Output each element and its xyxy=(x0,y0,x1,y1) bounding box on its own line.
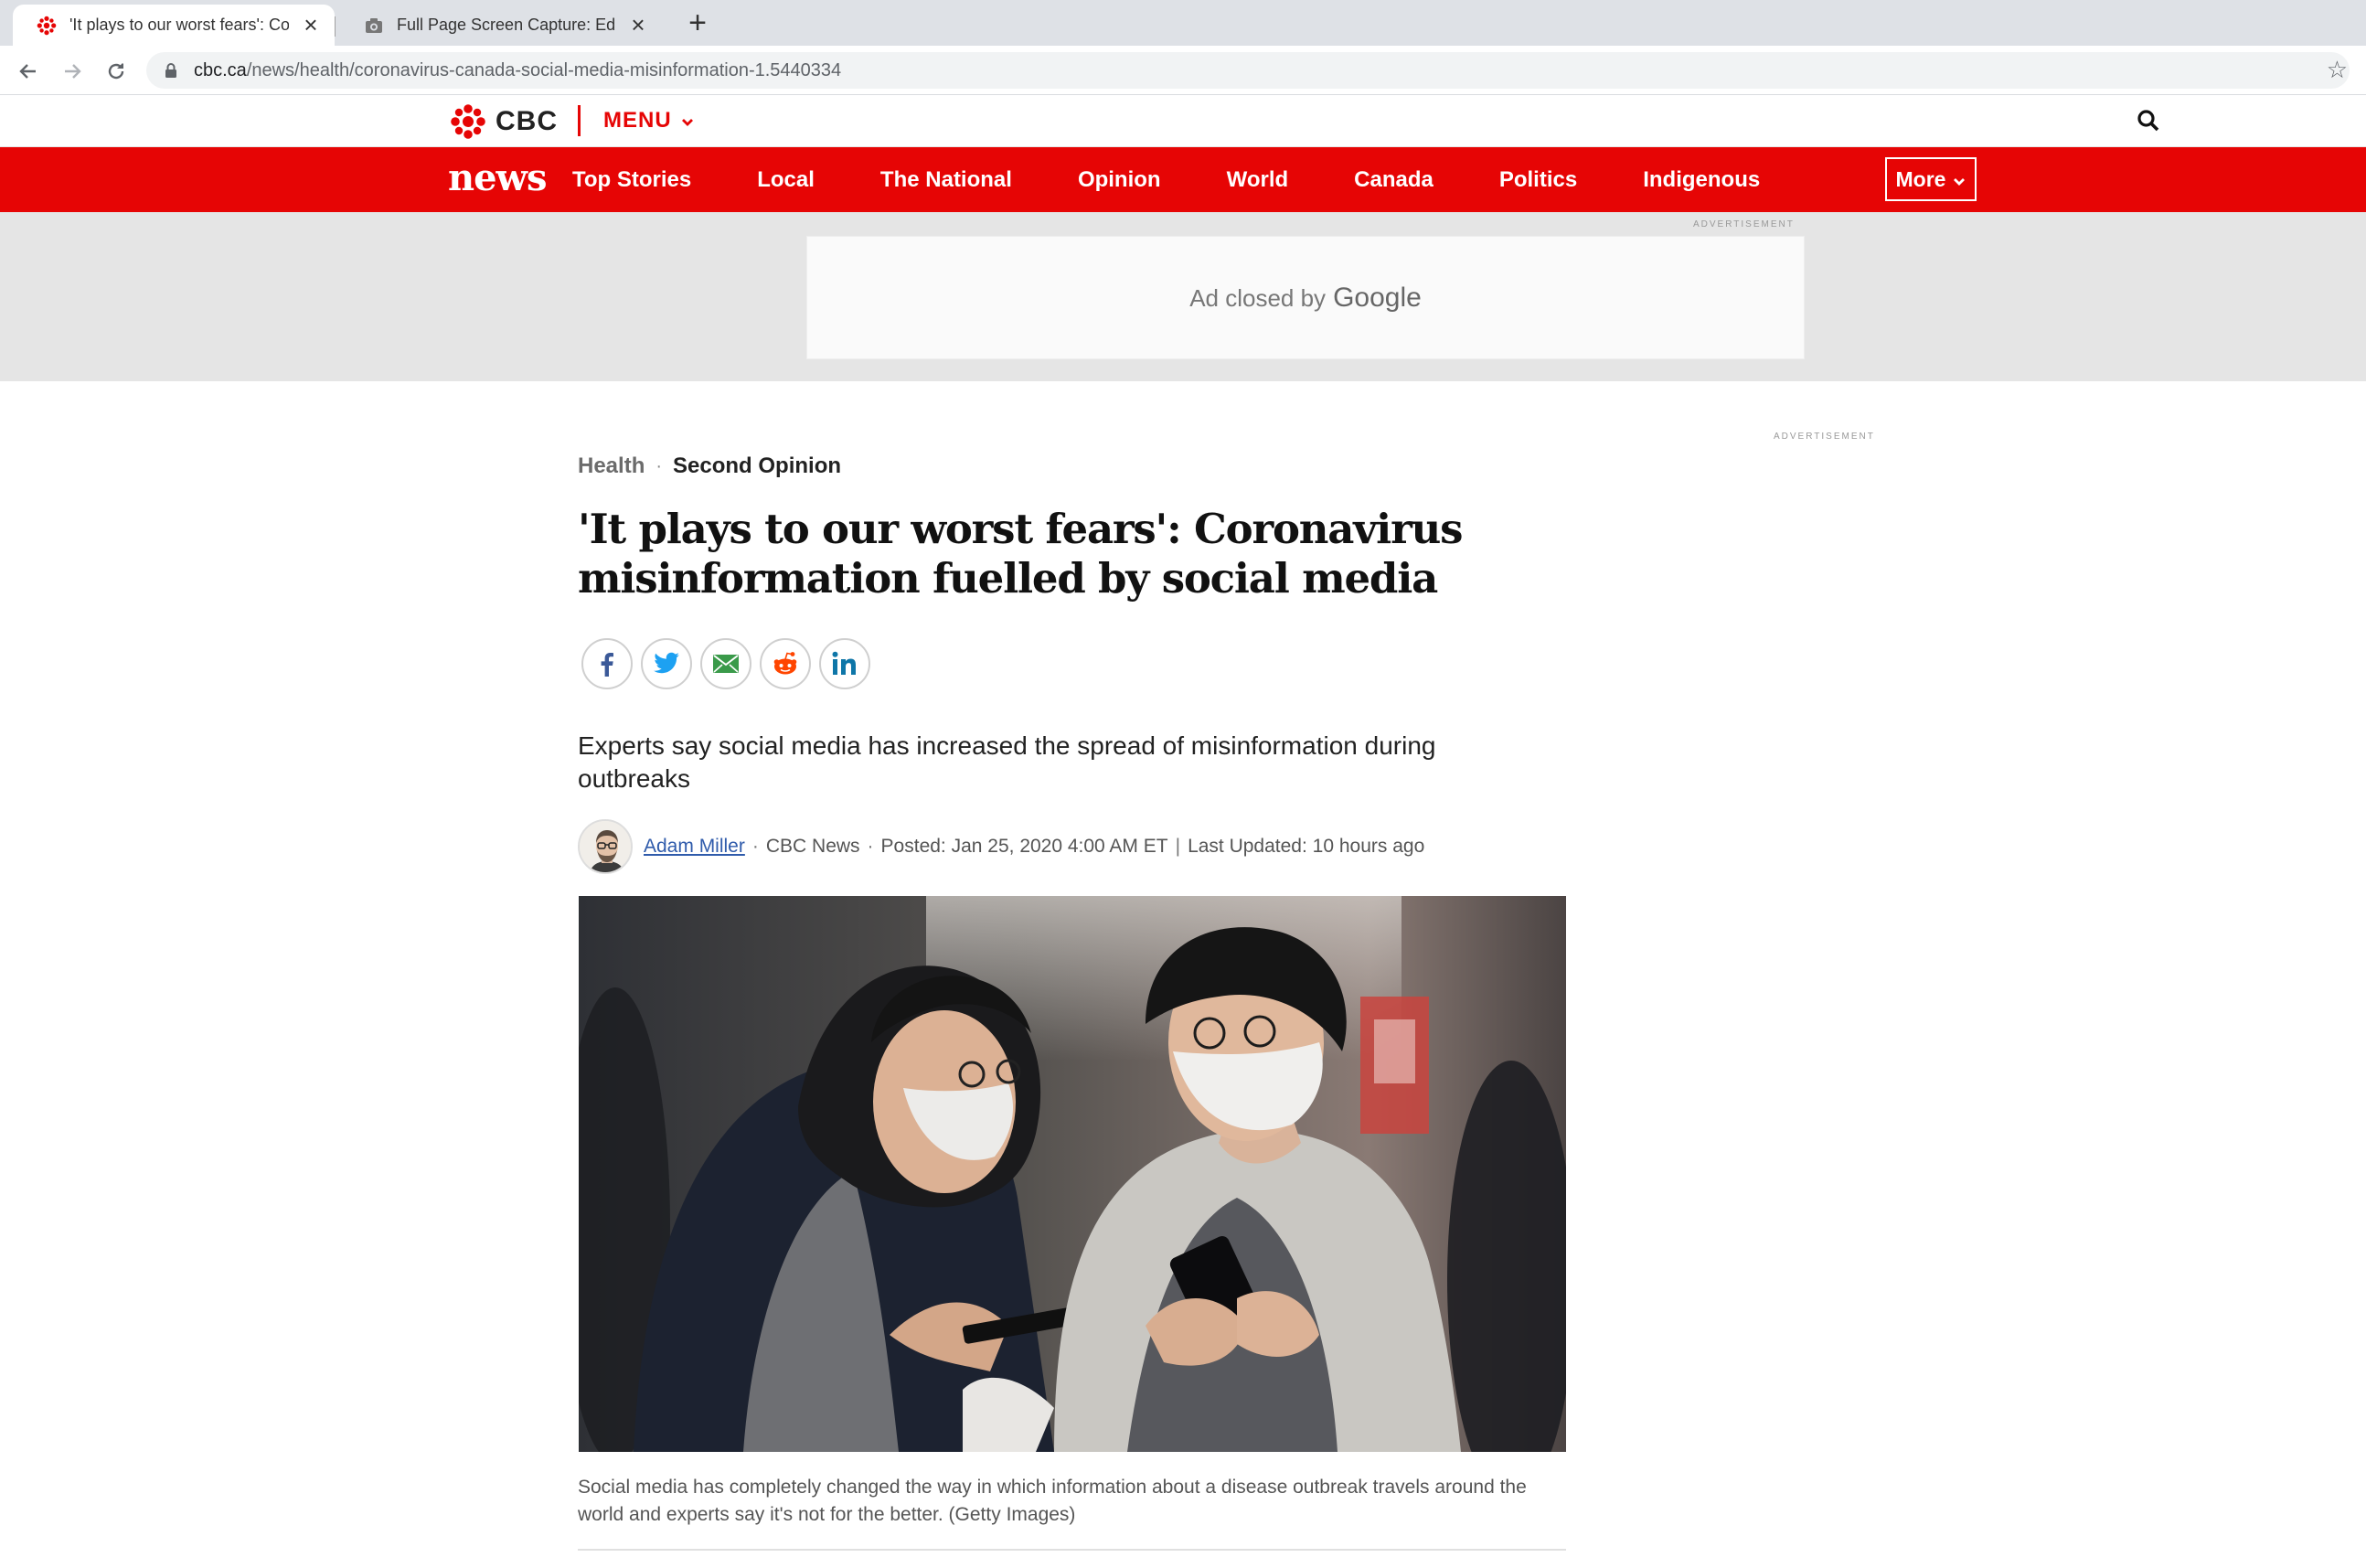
sidebar-advertisement-label: ADVERTISEMENT xyxy=(1774,432,1875,442)
ad-closed-notice: Ad closed by Google xyxy=(1189,283,1422,314)
camera-icon xyxy=(364,16,384,36)
article-deck: Experts say social media has increased t… xyxy=(578,731,1436,793)
byline-separator: · xyxy=(867,836,874,857)
chevron-down-icon xyxy=(1953,167,1966,192)
ad-slot: Ad closed by Google xyxy=(806,236,1805,359)
news-nav-items: Top Stories Local The National Opinion W… xyxy=(572,147,1826,212)
breadcrumb-separator: · xyxy=(655,455,663,476)
byline-source: CBC News xyxy=(765,836,860,857)
nav-item-the-national[interactable]: The National xyxy=(880,167,1012,193)
email-share-button[interactable] xyxy=(700,638,751,689)
breadcrumb-section[interactable]: Health xyxy=(578,453,645,479)
bookmark-star-icon[interactable]: ☆ xyxy=(2327,56,2348,84)
search-icon[interactable] xyxy=(2137,109,2160,137)
top-ad-band: ADVERTISEMENT Ad closed by Google xyxy=(0,212,2366,381)
news-logo[interactable]: news xyxy=(448,156,547,199)
tab-divider xyxy=(335,16,336,37)
nav-item-opinion[interactable]: Opinion xyxy=(1078,167,1161,193)
byline-separator: | xyxy=(1175,836,1181,857)
ad-closed-text: Ad closed by xyxy=(1189,283,1327,312)
news-navigation-bar: news Top Stories Local The National Opin… xyxy=(0,147,2366,212)
more-button[interactable]: More xyxy=(1885,157,1977,201)
facebook-share-button[interactable] xyxy=(581,638,633,689)
tab-title: Full Page Screen Capture: Editor xyxy=(397,16,616,34)
article-headline: 'It plays to our worst fears': Coronavir… xyxy=(578,505,1463,603)
menu-button[interactable]: MENU xyxy=(603,108,694,133)
twitter-icon xyxy=(654,652,679,674)
byline: Adam Miller · CBC News · Posted: Jan 25,… xyxy=(578,819,1424,874)
advertisement-label: ADVERTISEMENT xyxy=(1693,219,1795,229)
byline-separator: · xyxy=(751,836,759,857)
article-photo[interactable] xyxy=(579,896,1566,1452)
address-bar[interactable]: cbc.ca/news/health/coronavirus-canada-so… xyxy=(146,52,2350,89)
reddit-icon xyxy=(773,652,797,675)
nav-item-local[interactable]: Local xyxy=(757,167,815,193)
breadcrumb-subsection[interactable]: Second Opinion xyxy=(673,453,841,479)
forward-arrow-icon[interactable] xyxy=(59,58,86,85)
google-wordmark: Google xyxy=(1333,282,1422,313)
close-tab-icon[interactable]: × xyxy=(627,13,649,37)
cbc-header: CBC MENU xyxy=(0,96,2366,147)
back-arrow-icon[interactable] xyxy=(15,58,42,85)
reddit-share-button[interactable] xyxy=(760,638,811,689)
section-divider xyxy=(578,1549,1566,1551)
tab-title: 'It plays to our worst fears': Coronavir… xyxy=(69,16,289,34)
nav-item-top-stories[interactable]: Top Stories xyxy=(572,167,691,193)
new-tab-plus-icon[interactable]: + xyxy=(684,7,711,38)
menu-label: MENU xyxy=(603,108,672,133)
nav-item-world[interactable]: World xyxy=(1227,167,1289,193)
cbc-gem-icon xyxy=(451,104,485,139)
cbc-wordmark: CBC xyxy=(496,106,558,136)
nav-item-politics[interactable]: Politics xyxy=(1499,167,1577,193)
photo-caption: Social media has completely changed the … xyxy=(578,1477,1527,1525)
nav-item-canada[interactable]: Canada xyxy=(1354,167,1433,193)
more-label: More xyxy=(1895,166,1946,191)
linkedin-icon xyxy=(832,651,856,675)
linkedin-share-button[interactable] xyxy=(819,638,870,689)
author-avatar[interactable] xyxy=(578,819,633,874)
url-domain: cbc.ca xyxy=(194,60,247,80)
cbc-logo[interactable]: CBC xyxy=(450,103,558,140)
browser-tab-article[interactable]: 'It plays to our worst fears': Coronavir… xyxy=(13,5,335,46)
byline-updated: Last Updated: 10 hours ago xyxy=(1188,836,1425,857)
breadcrumb: Health · Second Opinion xyxy=(578,453,841,479)
url-text: cbc.ca/news/health/coronavirus-canada-so… xyxy=(194,60,841,81)
cbc-gem-icon xyxy=(37,16,57,36)
nav-item-indigenous[interactable]: Indigenous xyxy=(1643,167,1760,193)
header-divider xyxy=(578,105,581,136)
close-tab-icon[interactable]: × xyxy=(300,13,322,37)
browser-tab-strip: 'It plays to our worst fears': Coronavir… xyxy=(0,0,2366,46)
lock-icon xyxy=(165,62,177,83)
browser-toolbar: cbc.ca/news/health/coronavirus-canada-so… xyxy=(0,46,2366,95)
reload-icon[interactable] xyxy=(102,58,130,85)
twitter-share-button[interactable] xyxy=(641,638,692,689)
chevron-down-icon xyxy=(681,108,694,133)
byline-posted: Posted: Jan 25, 2020 4:00 AM ET xyxy=(880,836,1168,857)
browser-tab-capture-editor[interactable]: Full Page Screen Capture: Editor × xyxy=(340,5,662,46)
email-icon xyxy=(713,655,739,673)
url-path: /news/health/coronavirus-canada-social-m… xyxy=(246,60,842,80)
facebook-icon xyxy=(601,653,613,677)
author-link[interactable]: Adam Miller xyxy=(644,836,745,858)
share-bar xyxy=(581,638,879,689)
